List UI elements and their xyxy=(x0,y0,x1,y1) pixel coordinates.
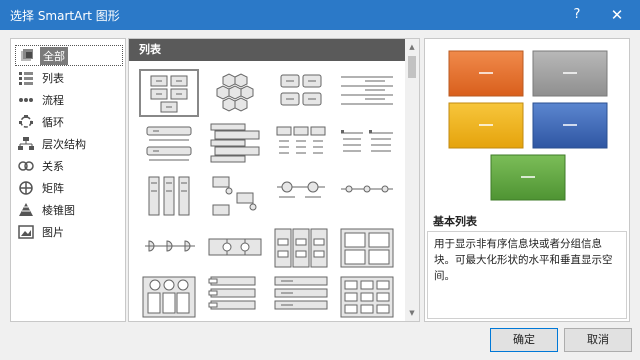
layout-horizontal-bullet-list[interactable] xyxy=(271,121,331,169)
help-button[interactable]: ? xyxy=(562,2,592,28)
sidebar-item-label: 关系 xyxy=(42,159,64,173)
layout-vertical-box-list[interactable] xyxy=(205,121,265,169)
sidebar-item-all[interactable]: 全部 xyxy=(15,45,123,66)
scroll-down-icon[interactable]: ▼ xyxy=(405,307,419,319)
layout-vertical-bullet-list[interactable] xyxy=(139,121,199,169)
sidebar-item-label: 矩阵 xyxy=(42,181,64,195)
layout-card-list[interactable] xyxy=(337,225,397,273)
pyramid-icon xyxy=(18,202,34,217)
layout-dot-list[interactable] xyxy=(337,173,397,221)
preview-shape-yellow xyxy=(448,102,524,149)
list-icon xyxy=(18,71,34,85)
preview-shape-gray xyxy=(532,50,608,97)
scroll-up-icon[interactable]: ▲ xyxy=(405,41,419,53)
sidebar-item-matrix[interactable]: 矩阵 xyxy=(15,177,123,198)
sidebar-item-cycle[interactable]: 循环 xyxy=(15,111,123,132)
layout-gallery: 列表 ▲ ▼ xyxy=(128,38,420,322)
layout-grouped-list[interactable] xyxy=(337,275,397,321)
title-bar: 选择 SmartArt 图形 ? ✕ xyxy=(0,0,640,30)
layout-lined-list[interactable] xyxy=(337,69,397,117)
layout-table-list[interactable] xyxy=(271,275,331,321)
hierarchy-icon xyxy=(18,136,34,151)
layout-title: 基本列表 xyxy=(433,215,477,228)
cancel-button[interactable]: 取消 xyxy=(564,328,632,352)
sidebar-item-label: 棱锥图 xyxy=(42,203,75,217)
window-title: 选择 SmartArt 图形 xyxy=(10,9,120,23)
ok-button[interactable]: 确定 xyxy=(490,328,558,352)
layout-grid-list[interactable] xyxy=(271,69,331,117)
cycle-icon xyxy=(18,114,34,129)
relationship-icon xyxy=(18,159,34,173)
layout-step-list[interactable] xyxy=(205,275,265,321)
sidebar-item-process[interactable]: 流程 xyxy=(15,89,123,110)
preview-shape-blue xyxy=(532,102,608,149)
sidebar-item-pyramid[interactable]: 棱锥图 xyxy=(15,199,123,220)
process-icon xyxy=(18,93,34,107)
smartart-dialog: 选择 SmartArt 图形 ? ✕ 全部 列表 流程 循环 层次结构 关系 矩… xyxy=(0,0,640,360)
layout-vertical-tab-list[interactable] xyxy=(271,225,331,273)
sidebar-item-label: 图片 xyxy=(42,225,64,239)
preview-shape-green xyxy=(490,154,566,201)
matrix-icon xyxy=(18,180,34,195)
layout-hexagon-cluster[interactable] xyxy=(205,69,265,117)
layout-picture-caption-list[interactable] xyxy=(205,173,265,221)
layout-description: 用于显示非有序信息块或者分组信息块。可最大化形状的水平和垂直显示空间。 xyxy=(427,231,627,319)
layout-half-circle-list[interactable] xyxy=(139,225,199,273)
gallery-scrollbar[interactable]: ▲ ▼ xyxy=(405,39,419,321)
layout-preview xyxy=(448,50,608,201)
layout-circle-list[interactable] xyxy=(271,173,331,221)
sidebar-item-hierarchy[interactable]: 层次结构 xyxy=(15,133,123,154)
preview-pane: 基本列表 用于显示非有序信息块或者分组信息块。可最大化形状的水平和垂直显示空间。 xyxy=(424,38,630,322)
sidebar-item-label: 层次结构 xyxy=(42,137,86,151)
sidebar-item-relationship[interactable]: 关系 xyxy=(15,155,123,176)
sidebar-item-label: 循环 xyxy=(42,115,64,129)
preview-shape-orange xyxy=(448,50,524,97)
layout-square-accent-list[interactable] xyxy=(337,121,397,169)
close-button[interactable]: ✕ xyxy=(600,2,634,28)
sidebar-item-label: 流程 xyxy=(42,93,64,107)
sidebar-item-label: 列表 xyxy=(42,71,64,85)
category-list: 全部 列表 流程 循环 层次结构 关系 矩阵 棱锥图 图片 xyxy=(10,38,126,322)
layout-banner-list[interactable] xyxy=(205,225,265,273)
sidebar-item-label: 全部 xyxy=(40,46,68,65)
layout-circle-tab-list[interactable] xyxy=(139,275,199,321)
layout-basic-list[interactable] xyxy=(139,69,199,117)
layout-stacked-list[interactable] xyxy=(139,173,199,221)
sidebar-item-list[interactable]: 列表 xyxy=(15,67,123,88)
scroll-thumb[interactable] xyxy=(408,56,416,78)
sidebar-item-picture[interactable]: 图片 xyxy=(15,221,123,242)
picture-icon xyxy=(18,224,34,239)
all-icon xyxy=(19,48,35,63)
gallery-header: 列表 xyxy=(129,39,405,61)
